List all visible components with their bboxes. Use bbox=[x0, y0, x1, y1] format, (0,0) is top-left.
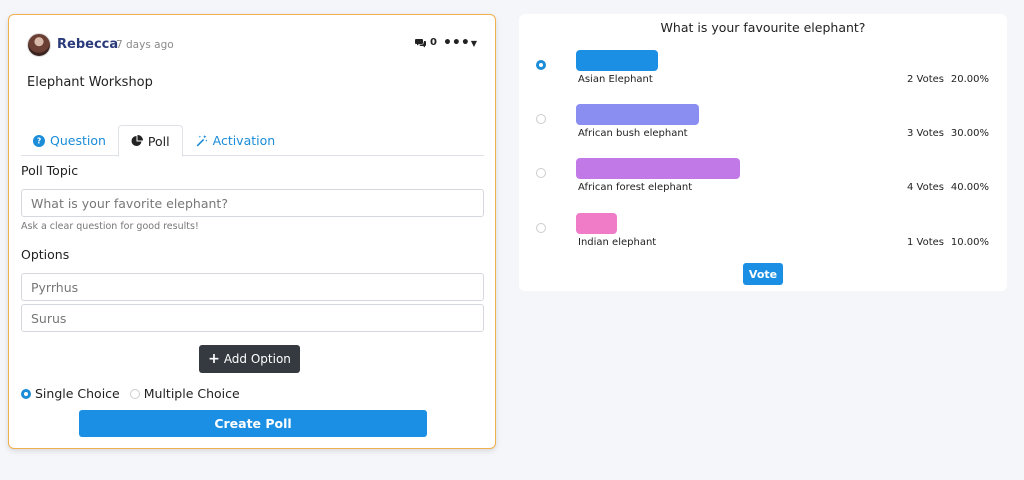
poll-option[interactable]: African forest elephant 4 Votes 40.00% bbox=[519, 158, 1007, 208]
poll-option-name: African forest elephant bbox=[578, 182, 693, 193]
vote-share-bar bbox=[576, 158, 740, 179]
poll-option-percent: 30.00% bbox=[950, 128, 989, 139]
post-header: Rebecca 7 days ago 0 ••• ▼ bbox=[27, 33, 477, 59]
multiple-choice-radio[interactable] bbox=[129, 388, 140, 399]
single-choice-radio[interactable] bbox=[21, 388, 31, 399]
tab-activation[interactable]: Activation bbox=[183, 125, 288, 156]
poll-topic-label: Poll Topic bbox=[21, 163, 79, 178]
tab-bar: ? Question Poll Activation bbox=[21, 125, 484, 157]
poll-option-name: Asian Elephant bbox=[578, 74, 653, 85]
poll-option-radio[interactable] bbox=[536, 223, 546, 233]
poll-option-votes: 2 Votes bbox=[906, 74, 944, 85]
pie-chart-icon bbox=[131, 135, 143, 147]
poll-option-votes: 1 Votes bbox=[906, 237, 944, 248]
svg-text:?: ? bbox=[37, 136, 41, 145]
poll-results-card: What is your favourite elephant? Asian E… bbox=[519, 14, 1007, 291]
option-input-1[interactable]: Pyrrhus bbox=[21, 273, 484, 301]
poll-option-radio[interactable] bbox=[536, 60, 546, 70]
add-option-button[interactable]: + Add Option bbox=[199, 345, 300, 373]
options-label: Options bbox=[21, 247, 70, 262]
poll-option-percent: 40.00% bbox=[950, 182, 989, 193]
poll-option[interactable]: African bush elephant 3 Votes 30.00% bbox=[519, 104, 1007, 154]
add-option-label: Add Option bbox=[223, 352, 291, 366]
poll-option-votes: 4 Votes bbox=[906, 182, 944, 193]
caret-down-icon: ▼ bbox=[470, 38, 477, 48]
comments-icon bbox=[415, 38, 427, 48]
vote-share-bar bbox=[576, 104, 699, 125]
create-poll-button[interactable]: Create Poll bbox=[79, 410, 427, 437]
poll-option-name: African bush elephant bbox=[578, 128, 688, 139]
avatar[interactable] bbox=[27, 33, 51, 57]
post-timestamp: 7 days ago bbox=[116, 39, 174, 51]
magic-wand-icon bbox=[195, 134, 208, 147]
more-options-button[interactable]: ••• ▼ bbox=[443, 35, 477, 51]
question-circle-icon: ? bbox=[33, 134, 45, 147]
multiple-choice-option[interactable]: Multiple Choice bbox=[129, 386, 240, 401]
poll-option-radio[interactable] bbox=[536, 114, 546, 124]
vote-share-bar bbox=[576, 50, 658, 71]
poll-option[interactable]: Indian elephant 1 Votes 10.00% bbox=[519, 213, 1007, 263]
poll-option-votes: 3 Votes bbox=[906, 128, 944, 139]
comment-count[interactable]: 0 bbox=[415, 37, 437, 48]
poll-option[interactable]: Asian Elephant 2 Votes 20.00% bbox=[519, 50, 1007, 100]
tab-poll[interactable]: Poll bbox=[117, 125, 183, 157]
tab-question[interactable]: ? Question bbox=[21, 125, 118, 156]
poll-topic-hint: Ask a clear question for good results! bbox=[21, 221, 199, 232]
option-input-2[interactable]: Surus bbox=[21, 304, 484, 332]
poll-option-percent: 10.00% bbox=[950, 237, 989, 248]
vote-share-bar bbox=[576, 213, 617, 234]
poll-option-radio[interactable] bbox=[536, 168, 546, 178]
multiple-choice-label: Multiple Choice bbox=[143, 386, 240, 401]
tab-activation-label: Activation bbox=[212, 133, 276, 148]
poll-option-name: Indian elephant bbox=[578, 237, 657, 248]
comment-count-value: 0 bbox=[430, 37, 437, 48]
author-name[interactable]: Rebecca bbox=[57, 37, 118, 52]
ellipsis-icon: ••• bbox=[442, 35, 470, 51]
post-title: Elephant Workshop bbox=[27, 75, 153, 90]
post-card: Rebecca 7 days ago 0 ••• ▼ Elephant Work… bbox=[8, 14, 496, 449]
single-choice-option[interactable]: Single Choice bbox=[21, 386, 120, 401]
single-choice-label: Single Choice bbox=[35, 386, 120, 401]
tab-poll-label: Poll bbox=[147, 133, 170, 149]
choice-mode-group: Single Choice Multiple Choice bbox=[21, 386, 250, 401]
poll-topic-input[interactable]: What is your favorite elephant? bbox=[21, 189, 484, 217]
poll-option-percent: 20.00% bbox=[950, 74, 989, 85]
vote-button[interactable]: Vote bbox=[743, 263, 783, 285]
poll-question: What is your favourite elephant? bbox=[660, 20, 866, 35]
tab-question-label: Question bbox=[50, 133, 106, 148]
plus-icon: + bbox=[208, 351, 220, 367]
